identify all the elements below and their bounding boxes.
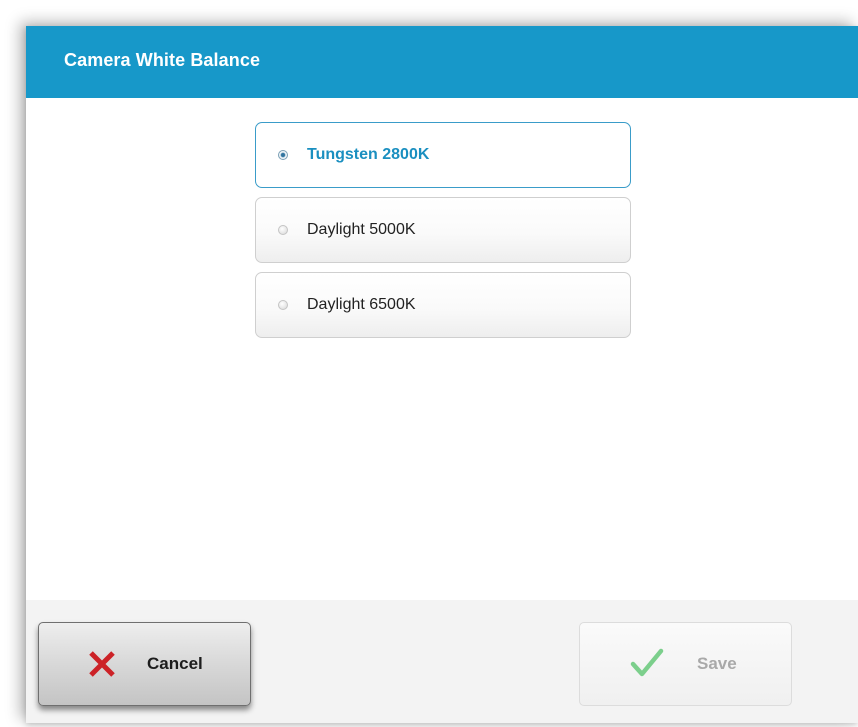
option-daylight-5000k[interactable]: Daylight 5000K bbox=[255, 197, 631, 263]
white-balance-options: Tungsten 2800K Daylight 5000K Daylight 6… bbox=[255, 122, 635, 347]
option-label: Daylight 5000K bbox=[307, 221, 416, 238]
cancel-button-label: Cancel bbox=[147, 654, 203, 673]
x-icon bbox=[89, 651, 115, 677]
option-label: Daylight 6500K bbox=[307, 296, 416, 313]
radio-unselected-icon[interactable] bbox=[278, 300, 288, 310]
radio-unselected-icon[interactable] bbox=[278, 225, 288, 235]
option-daylight-6500k[interactable]: Daylight 6500K bbox=[255, 272, 631, 338]
dialog-footer: Cancel Save bbox=[26, 600, 858, 723]
save-button-label: Save bbox=[697, 654, 737, 673]
white-balance-dialog: Camera White Balance Tungsten 2800K Dayl… bbox=[26, 26, 858, 723]
dialog-title: Camera White Balance bbox=[64, 50, 261, 70]
save-button[interactable]: Save bbox=[579, 622, 792, 706]
cancel-button[interactable]: Cancel bbox=[38, 622, 251, 706]
checkmark-icon bbox=[630, 648, 664, 677]
radio-selected-icon[interactable] bbox=[278, 150, 288, 160]
option-tungsten-2800k[interactable]: Tungsten 2800K bbox=[255, 122, 631, 188]
dialog-titlebar: Camera White Balance bbox=[26, 26, 858, 98]
option-label: Tungsten 2800K bbox=[307, 146, 430, 163]
